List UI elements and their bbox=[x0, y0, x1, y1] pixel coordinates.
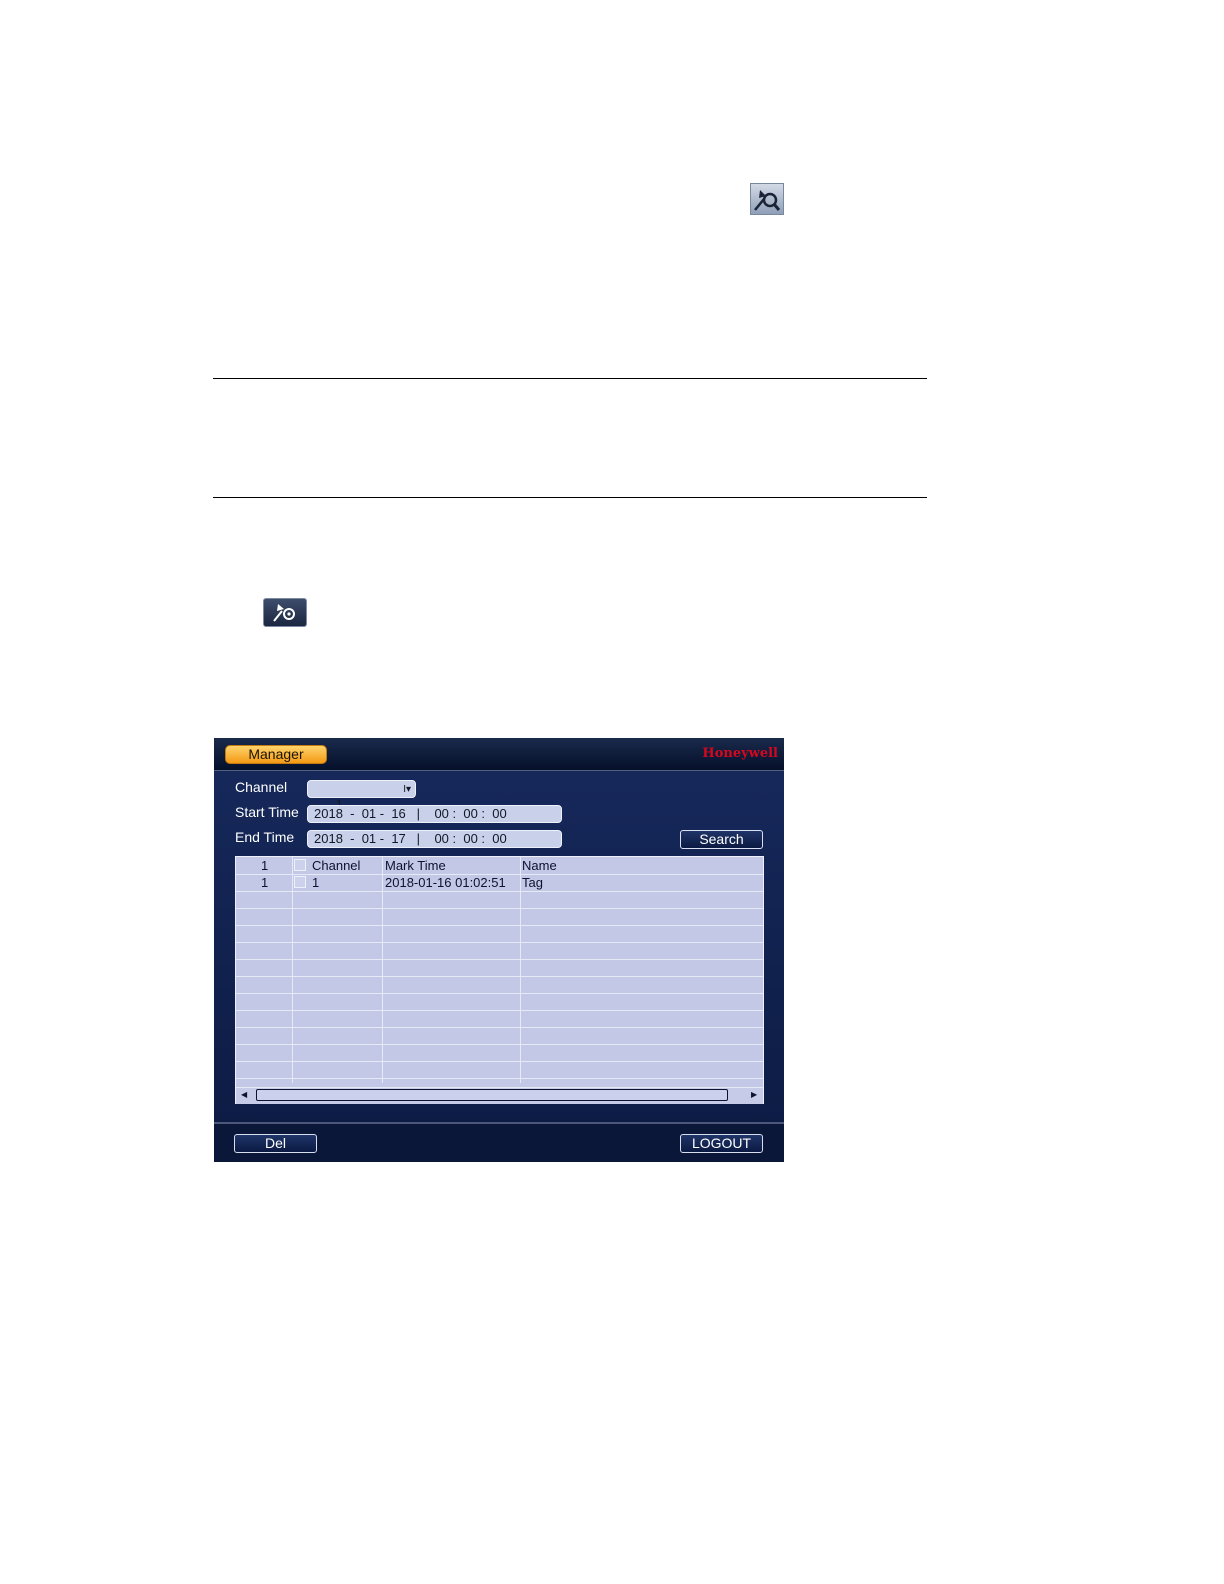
end-time-label: End Time bbox=[235, 829, 295, 845]
mark-table: 1 Channel Mark Time Name 1 1 2018-01-16 … bbox=[235, 856, 764, 1104]
row-divider bbox=[236, 1027, 763, 1028]
scroll-left-icon[interactable]: ◀ bbox=[241, 1090, 247, 1099]
row-divider bbox=[236, 976, 763, 977]
row-divider bbox=[236, 925, 763, 926]
start-time-label: Start Time bbox=[235, 804, 299, 820]
scrollbar-thumb[interactable] bbox=[256, 1089, 728, 1101]
row-divider bbox=[236, 993, 763, 994]
scroll-right-icon[interactable]: ▶ bbox=[751, 1090, 757, 1099]
row-index: 1 bbox=[261, 875, 269, 890]
channel-select[interactable]: 1 I▾ bbox=[307, 780, 416, 812]
select-all-checkbox[interactable] bbox=[294, 859, 306, 871]
row-divider bbox=[236, 1044, 763, 1045]
header-channel: Channel bbox=[312, 858, 361, 873]
header-name: Name bbox=[522, 858, 557, 873]
row-channel: 1 bbox=[312, 875, 320, 890]
search-button[interactable]: Search bbox=[680, 830, 763, 849]
header-index: 1 bbox=[261, 858, 269, 873]
tab-manager[interactable]: Manager bbox=[225, 745, 327, 764]
row-mark-time: 2018-01-16 01:02:51 bbox=[385, 875, 506, 890]
row-divider bbox=[236, 942, 763, 943]
dialog-footer: Del LOGOUT bbox=[214, 1122, 784, 1162]
table-header: 1 Channel Mark Time Name bbox=[236, 857, 763, 874]
search-mark-icon bbox=[750, 183, 784, 215]
end-time-field[interactable]: 2018 - 01 - 17 | 00 : 00 : 00 bbox=[307, 830, 562, 848]
mark-manager-screenshot: Manager Honeywell Channel 1 I▾ Start Tim… bbox=[214, 738, 784, 1162]
header-mark-time: Mark Time bbox=[385, 858, 446, 873]
title-bar: Manager Honeywell bbox=[214, 738, 784, 771]
mark-manager-icon bbox=[263, 598, 307, 627]
row-divider bbox=[236, 1061, 763, 1062]
brand-logo: Honeywell bbox=[702, 746, 778, 761]
note-top-rule bbox=[213, 378, 927, 379]
start-time-field[interactable]: 2018 - 01 - 16 | 00 : 00 : 00 bbox=[307, 805, 562, 823]
channel-label: Channel bbox=[235, 779, 288, 795]
row-divider bbox=[236, 959, 763, 960]
row-divider bbox=[236, 1010, 763, 1011]
chevron-down-icon: I▾ bbox=[403, 784, 411, 795]
logout-button[interactable]: LOGOUT bbox=[680, 1134, 763, 1153]
row-divider bbox=[236, 891, 763, 892]
note-bottom-rule bbox=[213, 497, 927, 498]
row-divider bbox=[236, 1078, 763, 1079]
row-name: Tag bbox=[522, 875, 543, 890]
table-row[interactable]: 1 1 2018-01-16 01:02:51 Tag bbox=[236, 874, 763, 891]
horizontal-scrollbar[interactable]: ◀ ▶ bbox=[236, 1087, 763, 1104]
row-checkbox[interactable] bbox=[294, 876, 306, 888]
row-divider bbox=[236, 908, 763, 909]
del-button[interactable]: Del bbox=[234, 1134, 317, 1153]
